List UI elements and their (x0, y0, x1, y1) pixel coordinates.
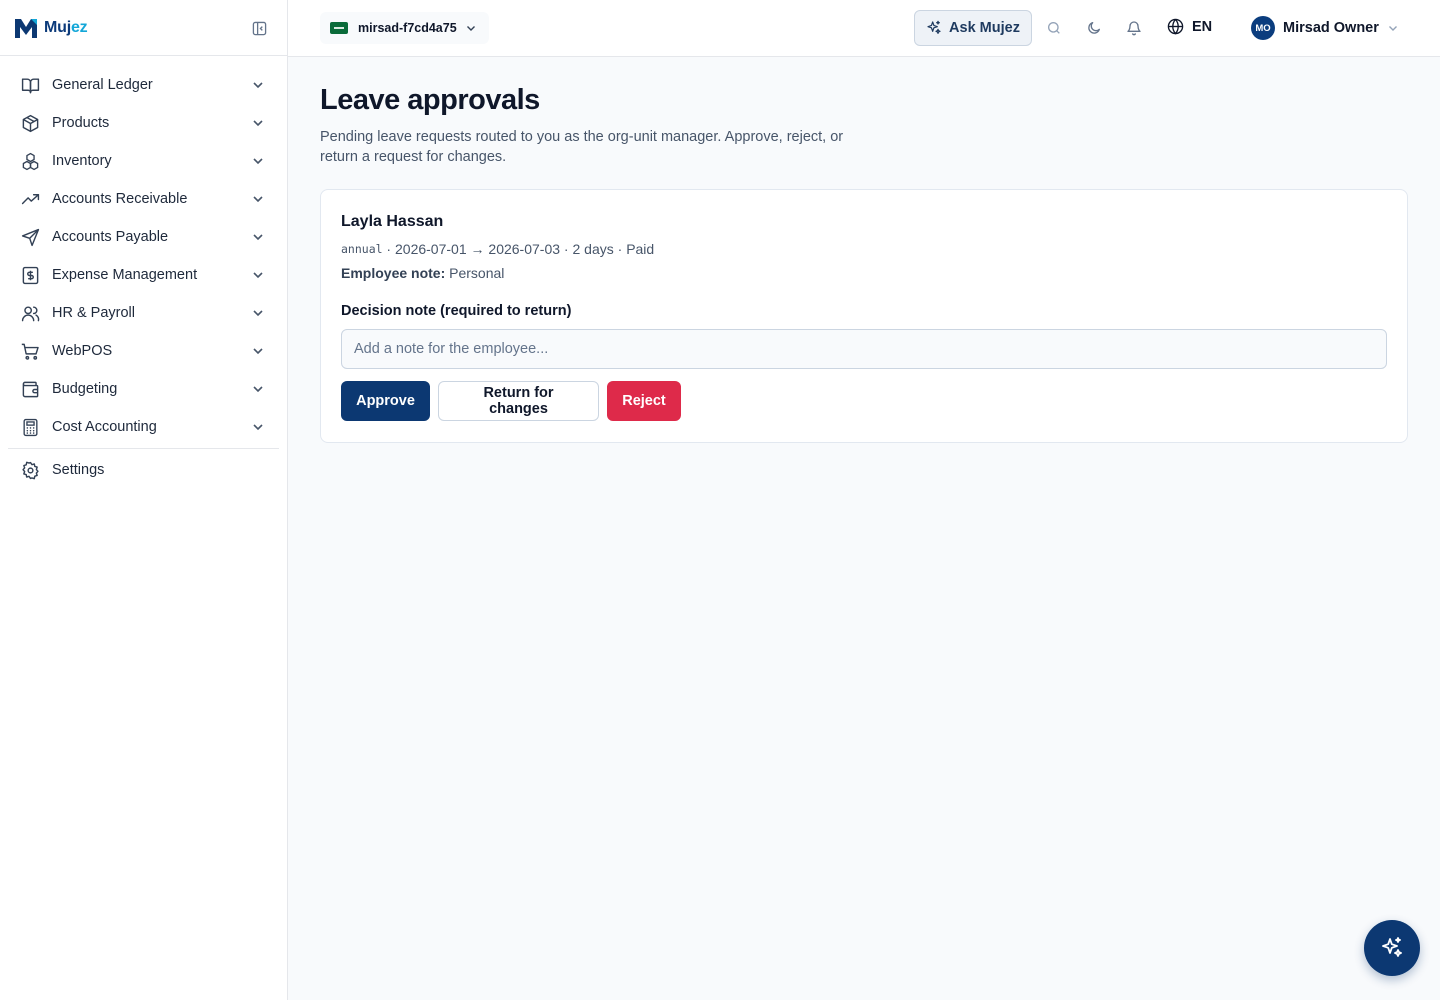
sidebar-item-label: Budgeting (52, 381, 118, 397)
sidebar-item-label: Inventory (52, 153, 112, 169)
brand-name-part1: Muj (44, 18, 71, 36)
calculator-icon (20, 417, 40, 437)
approve-button[interactable]: Approve (341, 381, 430, 421)
sidebar-item-budgeting[interactable]: Budgeting (0, 370, 287, 408)
ask-mujez-button[interactable]: Ask Mujez (914, 10, 1032, 46)
boxes-icon (20, 151, 40, 171)
decision-actions: Approve Return for changes Reject (341, 381, 1387, 421)
employee-note: Employee note: Personal (341, 265, 1387, 281)
arrow-right-icon: → (466, 241, 489, 257)
tenant-name: mirsad-f7cd4a75 (358, 21, 457, 35)
user-name: Mirsad Owner (1283, 20, 1379, 36)
flag-icon (330, 22, 348, 34)
chevron-down-icon (466, 26, 475, 31)
meta-separator: · (613, 241, 627, 257)
sidebar-item-label: Expense Management (52, 267, 198, 283)
meta-separator: · (560, 241, 573, 257)
sidebar-item-hr-payroll[interactable]: HR & Payroll (0, 294, 287, 332)
language-switcher[interactable]: EN (1167, 18, 1212, 35)
package-icon (20, 113, 40, 133)
sidebar-item-label: Accounts Payable (52, 229, 169, 245)
sidebar-item-products[interactable]: Products (0, 104, 287, 142)
chevron-down-icon (253, 348, 263, 355)
wallet-icon (20, 379, 40, 399)
brand-name-part2: ez (70, 18, 88, 36)
globe-icon (1167, 18, 1184, 35)
sidebar: Mujez General Ledger Products Inventory … (0, 0, 288, 1000)
sidebar-item-inventory[interactable]: Inventory (0, 142, 287, 180)
sparkles-icon (1382, 937, 1402, 957)
send-icon (20, 227, 40, 247)
ask-mujez-label: Ask Mujez (949, 20, 1020, 36)
leave-request-card: Layla Hassan annual · 2026-07-01 → 2026-… (320, 189, 1408, 443)
sidebar-item-cost-accounting[interactable]: Cost Accounting (0, 408, 287, 446)
sidebar-item-label: Settings (52, 462, 105, 478)
chevron-down-icon (253, 386, 263, 393)
sidebar-item-label: Products (52, 115, 110, 131)
employee-name: Layla Hassan (341, 213, 444, 230)
sidebar-item-accounts-payable[interactable]: Accounts Payable (0, 218, 287, 256)
user-menu[interactable]: MO Mirsad Owner (1251, 16, 1399, 40)
sidebar-nav: General Ledger Products Inventory Accoun… (0, 56, 287, 489)
sidebar-item-webpos[interactable]: WebPOS (0, 332, 287, 370)
sidebar-divider (8, 448, 279, 449)
employee-note-label: Employee note: (341, 265, 446, 281)
leave-start-date: 2026-07-01 (395, 241, 467, 257)
leave-meta: annual · 2026-07-01 → 2026-07-03 · 2 day… (341, 241, 1387, 257)
main-content: Leave approvals Pending leave requests r… (320, 57, 1408, 443)
employee-note-value: Personal (445, 265, 505, 281)
tenant-switcher[interactable]: mirsad-f7cd4a75 (320, 12, 489, 44)
sidebar-collapse-icon[interactable] (251, 20, 267, 36)
chevron-down-icon (253, 310, 263, 317)
gear-icon (20, 460, 40, 480)
sidebar-item-label: WebPOS (52, 343, 113, 359)
chevron-down-icon (253, 424, 263, 431)
leave-end-date: 2026-07-03 (488, 241, 561, 257)
sidebar-item-label: Cost Accounting (52, 419, 157, 435)
leave-type: annual (341, 242, 383, 256)
brand-name: Mujez (44, 18, 88, 37)
chevron-down-icon (253, 120, 263, 127)
sidebar-item-accounts-receivable[interactable]: Accounts Receivable (0, 180, 287, 218)
language-label: EN (1192, 18, 1213, 35)
receipt-dollar-icon (20, 265, 40, 285)
sidebar-item-general-ledger[interactable]: General Ledger (0, 66, 287, 104)
reject-button[interactable]: Reject (607, 381, 681, 421)
moon-icon[interactable] (1085, 19, 1103, 37)
chevron-down-icon (253, 158, 263, 165)
decision-note-label: Decision note (required to return) (341, 303, 572, 319)
bell-icon[interactable] (1125, 19, 1143, 37)
search-icon[interactable] (1045, 19, 1063, 37)
sidebar-item-settings[interactable]: Settings (0, 451, 287, 489)
shopping-cart-icon (20, 341, 40, 361)
avatar: MO (1251, 16, 1275, 40)
users-icon (20, 303, 40, 323)
book-open-icon (20, 75, 40, 95)
chevron-down-icon (253, 234, 263, 241)
leave-duration: 2 days (572, 241, 614, 257)
topbar: mirsad-f7cd4a75 Ask Mujez EN MO Mirsad O… (288, 0, 1440, 57)
page-title: Leave approvals (320, 84, 540, 116)
assistant-fab-button[interactable] (1364, 920, 1420, 976)
sparkles-icon (927, 20, 941, 34)
sidebar-item-label: HR & Payroll (52, 305, 135, 321)
decision-note-input[interactable] (341, 329, 1387, 369)
chevron-down-icon (253, 196, 263, 203)
return-for-changes-button[interactable]: Return for changes (438, 381, 599, 421)
page-description: Pending leave requests routed to you as … (320, 129, 844, 165)
mujez-logo-icon (15, 18, 37, 38)
sidebar-item-label: Accounts Receivable (52, 191, 188, 207)
sidebar-item-expense-management[interactable]: Expense Management (0, 256, 287, 294)
trending-up-icon (20, 189, 40, 209)
meta-separator: · (382, 241, 395, 257)
brand: Mujez (0, 0, 287, 56)
chevron-down-icon (253, 272, 263, 279)
sidebar-item-label: General Ledger (52, 77, 153, 93)
chevron-down-icon (253, 82, 263, 89)
chevron-down-icon (1388, 26, 1397, 31)
leave-pay-status: Paid (626, 241, 655, 257)
